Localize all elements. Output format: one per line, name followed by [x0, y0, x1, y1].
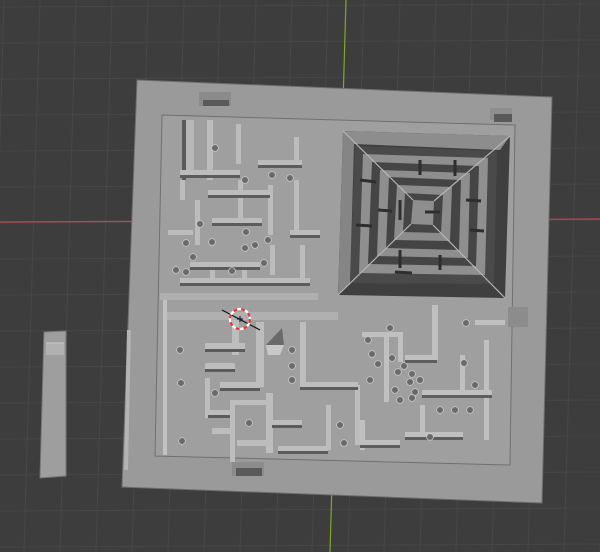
pyramid-maze — [337, 130, 511, 299]
maze-box-model[interactable] — [121, 79, 553, 504]
maze-hole — [426, 433, 434, 441]
maze-hole — [268, 171, 276, 179]
maze-hole — [364, 336, 372, 344]
maze-hole — [408, 394, 416, 402]
maze-hole — [211, 389, 219, 397]
maze-hole — [406, 378, 414, 386]
maze-hole — [241, 244, 249, 252]
maze-hole — [391, 386, 399, 394]
maze-hole — [182, 268, 190, 276]
maze-hole — [288, 346, 296, 354]
maze-hole — [400, 362, 408, 370]
maze-hole — [336, 421, 344, 429]
maze-hole — [451, 406, 459, 414]
maze-hole — [211, 144, 219, 152]
maze-hole — [189, 253, 197, 261]
side-bar-piece[interactable] — [39, 330, 67, 479]
maze-hole — [374, 360, 382, 368]
maze-hole — [245, 419, 253, 427]
maze-hole — [172, 266, 180, 274]
maze-hole — [182, 239, 190, 247]
maze-hole — [368, 350, 376, 358]
maze-hole — [241, 176, 249, 184]
maze-hole — [436, 406, 444, 414]
maze-hole — [251, 241, 259, 249]
maze-hole — [178, 437, 186, 445]
maze-hole — [228, 267, 236, 275]
3d-viewport[interactable] — [0, 0, 600, 552]
maze-hole — [177, 379, 185, 387]
maze-hole — [366, 376, 374, 384]
maze-hole — [288, 376, 296, 384]
maze-hole — [208, 238, 216, 246]
maze-hole — [396, 396, 404, 404]
viewport-canvas[interactable] — [0, 0, 600, 552]
maze-hole — [466, 406, 474, 414]
maze-hole — [288, 362, 296, 370]
maze-hole — [264, 236, 272, 244]
maze-hole — [462, 319, 470, 327]
maze-hole — [460, 359, 468, 367]
maze-hole — [388, 354, 396, 362]
maze-hole — [176, 346, 184, 354]
maze-hole — [242, 228, 250, 236]
maze-hole — [408, 370, 416, 378]
maze-hole — [196, 220, 204, 228]
maze-hole — [260, 259, 268, 267]
maze-hole — [386, 324, 394, 332]
maze-hole — [416, 376, 424, 384]
maze-hole — [394, 368, 402, 376]
maze-hole — [340, 439, 348, 447]
maze-hole — [286, 174, 294, 182]
maze-hole — [471, 381, 479, 389]
